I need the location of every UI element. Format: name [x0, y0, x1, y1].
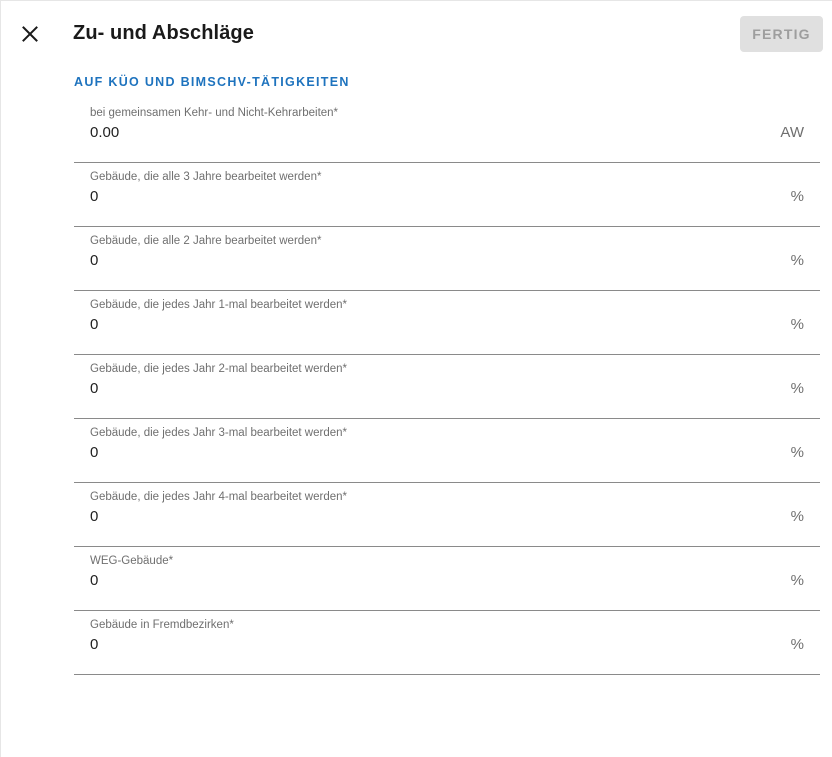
field-yearly-2x[interactable]: Gebäude, die jedes Jahr 2-mal bearbeitet…: [74, 355, 820, 419]
dialog-title: Zu- und Abschläge: [73, 22, 254, 44]
field-label: Gebäude, die alle 2 Jahre bearbeitet wer…: [90, 235, 322, 247]
foreign-districts-input[interactable]: [90, 636, 690, 653]
field-label: Gebäude in Fremdbezirken*: [90, 619, 234, 631]
done-button[interactable]: FERTIG: [740, 16, 823, 52]
yearly-2x-input[interactable]: [90, 380, 690, 397]
field-label: Gebäude, die jedes Jahr 1-mal bearbeitet…: [90, 299, 347, 311]
unit-suffix: %: [790, 188, 804, 205]
field-label: Gebäude, die alle 3 Jahre bearbeitet wer…: [90, 171, 322, 183]
unit-suffix: %: [790, 316, 804, 333]
field-label: bei gemeinsamen Kehr- und Nicht-Kehrarbe…: [90, 107, 339, 119]
field-label: Gebäude, die jedes Jahr 2-mal bearbeitet…: [90, 363, 347, 375]
close-icon: [22, 26, 38, 42]
every-2-years-input[interactable]: [90, 252, 690, 269]
yearly-4x-input[interactable]: [90, 508, 690, 525]
field-foreign-districts[interactable]: Gebäude in Fremdbezirken* %: [74, 611, 820, 675]
unit-suffix: %: [790, 572, 804, 589]
unit-suffix: %: [790, 508, 804, 525]
shared-work-input[interactable]: [90, 124, 690, 141]
every-3-years-input[interactable]: [90, 188, 690, 205]
field-yearly-1x[interactable]: Gebäude, die jedes Jahr 1-mal bearbeitet…: [74, 291, 820, 355]
yearly-3x-input[interactable]: [90, 444, 690, 461]
field-every-3-years[interactable]: Gebäude, die alle 3 Jahre bearbeitet wer…: [74, 163, 820, 227]
unit-suffix: %: [790, 636, 804, 653]
weg-buildings-input[interactable]: [90, 572, 690, 589]
close-button[interactable]: [19, 23, 41, 45]
section-heading: AUF KÜO UND BIMSCHV-TÄTIGKEITEN: [74, 75, 350, 89]
field-label: Gebäude, die jedes Jahr 3-mal bearbeitet…: [90, 427, 347, 439]
unit-suffix: AW: [780, 124, 804, 141]
field-every-2-years[interactable]: Gebäude, die alle 2 Jahre bearbeitet wer…: [74, 227, 820, 291]
field-weg-buildings[interactable]: WEG-Gebäude* %: [74, 547, 820, 611]
field-yearly-3x[interactable]: Gebäude, die jedes Jahr 3-mal bearbeitet…: [74, 419, 820, 483]
field-yearly-4x[interactable]: Gebäude, die jedes Jahr 4-mal bearbeitet…: [74, 483, 820, 547]
yearly-1x-input[interactable]: [90, 316, 690, 333]
field-label: WEG-Gebäude*: [90, 555, 174, 567]
dialog: Zu- und Abschläge FERTIG AUF KÜO UND BIM…: [0, 0, 832, 757]
field-shared-work[interactable]: bei gemeinsamen Kehr- und Nicht-Kehrarbe…: [74, 99, 820, 163]
field-label: Gebäude, die jedes Jahr 4-mal bearbeitet…: [90, 491, 347, 503]
unit-suffix: %: [790, 380, 804, 397]
unit-suffix: %: [790, 444, 804, 461]
field-list: bei gemeinsamen Kehr- und Nicht-Kehrarbe…: [74, 99, 820, 675]
unit-suffix: %: [790, 252, 804, 269]
